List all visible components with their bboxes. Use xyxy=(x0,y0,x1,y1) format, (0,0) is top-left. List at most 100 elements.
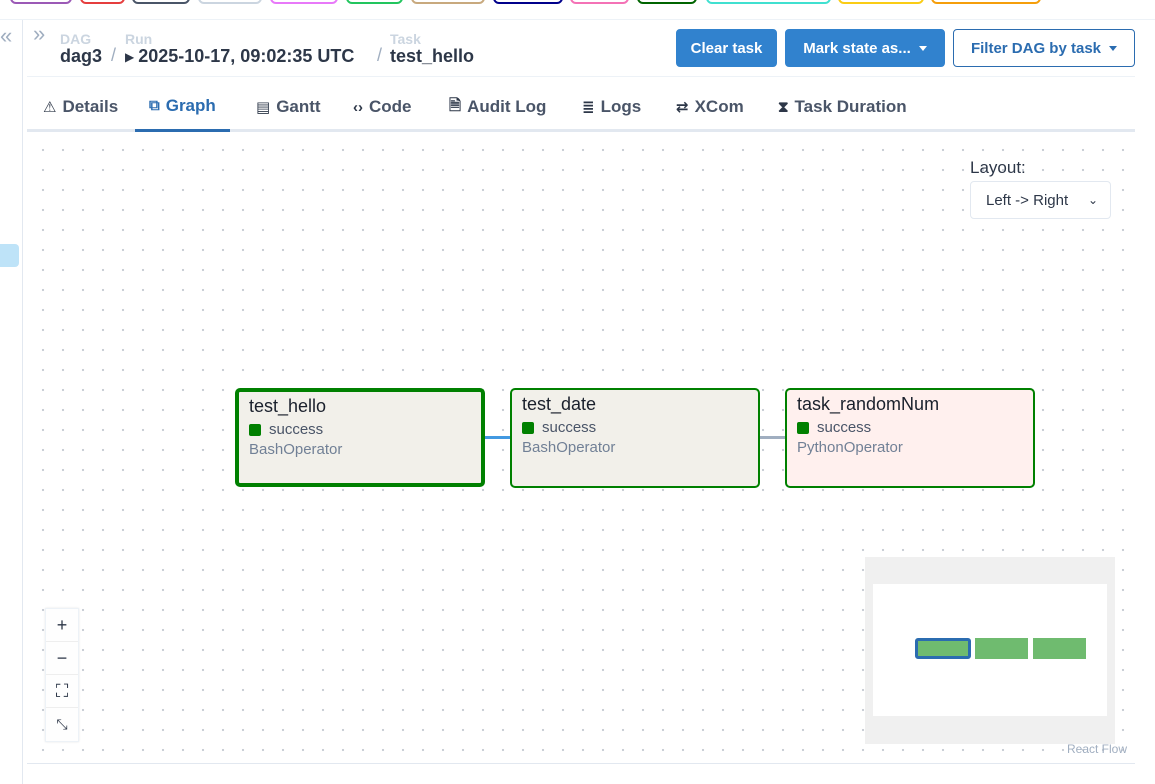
task-node-state-label: success xyxy=(817,419,872,436)
tab-code[interactable]: ‹› Code xyxy=(339,82,426,132)
legend-state-pill[interactable] xyxy=(570,0,629,4)
graph-edge xyxy=(484,436,511,439)
breadcrumb-run[interactable]: Run ▶ 2025-10-17, 09:02:35 UTC xyxy=(125,31,354,67)
tab-label: Audit Log xyxy=(467,97,547,116)
legend-state-pill[interactable] xyxy=(411,0,485,4)
zoom-in-button[interactable]: + xyxy=(46,609,78,642)
minimap-node xyxy=(915,638,971,659)
run-caret-icon: ▶ xyxy=(125,50,135,64)
zoom-out-button[interactable]: − xyxy=(46,642,78,675)
task-node-task-randomnum[interactable]: task_randomNumsuccess PythonOperator xyxy=(785,388,1035,488)
tab-task-duration[interactable]: ⧗ Task Duration xyxy=(764,82,921,132)
task-tabs: ⚠ Details ⧉ Graph ▤ Gantt ‹› Code 🗎 Audit Log ≣ Log… xyxy=(27,82,1135,132)
breadcrumb-dag-value[interactable]: dag3 xyxy=(60,46,102,67)
graph-controls: + − ⛶ ⤡ xyxy=(45,608,79,742)
mark-state-button[interactable]: Mark state as... xyxy=(785,29,945,67)
breadcrumb-task-value[interactable]: test_hello xyxy=(390,46,474,67)
task-node-name: test_hello xyxy=(249,396,327,416)
success-state-icon xyxy=(797,421,809,434)
hourglass-icon: ⧗ xyxy=(778,98,789,116)
task-node-name: task_randomNum xyxy=(797,394,940,414)
breadcrumb-task[interactable]: Task test_hello xyxy=(390,31,474,67)
sidebar-divider xyxy=(22,20,23,784)
graph-canvas[interactable]: Layout: Left -> Right ⌄ test_hellosucces… xyxy=(27,134,1135,764)
tab-xcom[interactable]: ⇄ XCom xyxy=(662,82,758,132)
breadcrumb-run-text: 2025-10-17, 09:02:35 UTC xyxy=(138,46,355,66)
legend-state-pill[interactable] xyxy=(270,0,338,4)
breadcrumb-run-label: Run xyxy=(125,31,153,47)
graph-icon: ⧉ xyxy=(149,97,160,114)
minimap-node xyxy=(1033,638,1086,659)
tab-audit-log[interactable]: 🗎 Audit Log xyxy=(435,82,560,132)
task-node-state: success xyxy=(797,419,1023,436)
tab-graph[interactable]: ⧉ Graph xyxy=(135,82,230,132)
code-icon: ‹› xyxy=(353,98,363,116)
xcom-icon: ⇄ xyxy=(676,99,689,116)
tab-details[interactable]: ⚠ Details xyxy=(29,82,132,132)
minimap[interactable] xyxy=(865,557,1115,744)
clear-task-label: Clear task xyxy=(690,39,763,57)
tab-label: Details xyxy=(62,97,119,116)
mark-state-label: Mark state as... xyxy=(803,39,911,57)
task-node-operator: PythonOperator xyxy=(797,439,903,456)
task-node-name: test_date xyxy=(522,394,597,414)
state-legend xyxy=(0,0,1155,20)
success-state-icon xyxy=(522,421,534,434)
filter-dag-label: Filter DAG by task xyxy=(970,39,1102,57)
filter-dag-button[interactable]: Filter DAG by task xyxy=(953,29,1135,67)
warning-icon: ⚠ xyxy=(43,99,57,116)
clear-task-button[interactable]: Clear task xyxy=(676,29,777,67)
chevron-down-icon: ⌄ xyxy=(1087,193,1098,207)
breadcrumb-separator: / xyxy=(377,45,383,65)
legend-state-pill[interactable] xyxy=(80,0,125,4)
layout-label: Layout: xyxy=(970,158,1026,177)
sidebar-selected-marker[interactable] xyxy=(0,244,19,267)
legend-state-pill[interactable] xyxy=(706,0,831,4)
legend-state-pill[interactable] xyxy=(838,0,924,4)
success-state-icon xyxy=(249,423,261,436)
collapse-sidebar-icon[interactable]: « xyxy=(0,25,12,47)
toggle-interactivity-button[interactable]: ⤡ xyxy=(46,708,78,741)
legend-state-pill[interactable] xyxy=(10,0,72,4)
tab-gantt[interactable]: ▤ Gantt xyxy=(242,82,335,132)
fit-view-button[interactable]: ⛶ xyxy=(46,675,78,708)
tab-logs[interactable]: ≣ Logs xyxy=(568,82,655,132)
task-node-test-date[interactable]: test_datesuccess BashOperator xyxy=(510,388,760,488)
tab-label: Graph xyxy=(165,95,216,115)
tab-label: Logs xyxy=(600,97,642,116)
tab-label: Code xyxy=(369,97,412,116)
graph-edge xyxy=(758,436,786,439)
dropdown-caret-icon xyxy=(918,45,927,51)
legend-state-pill[interactable] xyxy=(493,0,563,4)
tab-label: XCom xyxy=(694,97,744,116)
header-divider xyxy=(27,76,1135,77)
task-node-operator: BashOperator xyxy=(249,441,343,458)
task-node-operator: BashOperator xyxy=(522,439,616,456)
breadcrumb-dag[interactable]: DAG dag3 xyxy=(60,31,102,67)
task-node-state: success xyxy=(522,419,748,436)
legend-state-pill[interactable] xyxy=(931,0,1041,4)
minimap-node xyxy=(975,638,1028,659)
minimap-viewport xyxy=(873,584,1107,716)
tab-label: Task Duration xyxy=(794,97,907,116)
react-flow-attribution[interactable]: React Flow xyxy=(1067,742,1127,756)
task-node-state-label: success xyxy=(542,419,597,436)
breadcrumb-task-label: Task xyxy=(390,31,421,47)
legend-state-pill[interactable] xyxy=(198,0,262,4)
layout-select-value: Left -> Right xyxy=(986,191,1069,209)
audit-log-icon: 🗎 xyxy=(449,96,462,114)
breadcrumb-run-value[interactable]: ▶ 2025-10-17, 09:02:35 UTC xyxy=(125,46,354,67)
logs-icon: ≣ xyxy=(582,99,595,116)
dropdown-caret-icon xyxy=(1109,45,1118,51)
breadcrumb-separator: / xyxy=(111,45,117,65)
gantt-icon: ▤ xyxy=(256,99,271,116)
legend-state-pill[interactable] xyxy=(346,0,403,4)
legend-state-pill[interactable] xyxy=(637,0,697,4)
task-node-state-label: success xyxy=(269,421,324,438)
task-node-state: success xyxy=(249,421,471,438)
breadcrumb-dag-label: DAG xyxy=(60,31,92,47)
task-node-test-hello[interactable]: test_hellosuccess BashOperator xyxy=(235,388,485,487)
layout-select[interactable]: Left -> Right ⌄ xyxy=(970,181,1111,219)
legend-state-pill[interactable] xyxy=(132,0,190,4)
expand-details-icon[interactable]: » xyxy=(33,23,45,45)
